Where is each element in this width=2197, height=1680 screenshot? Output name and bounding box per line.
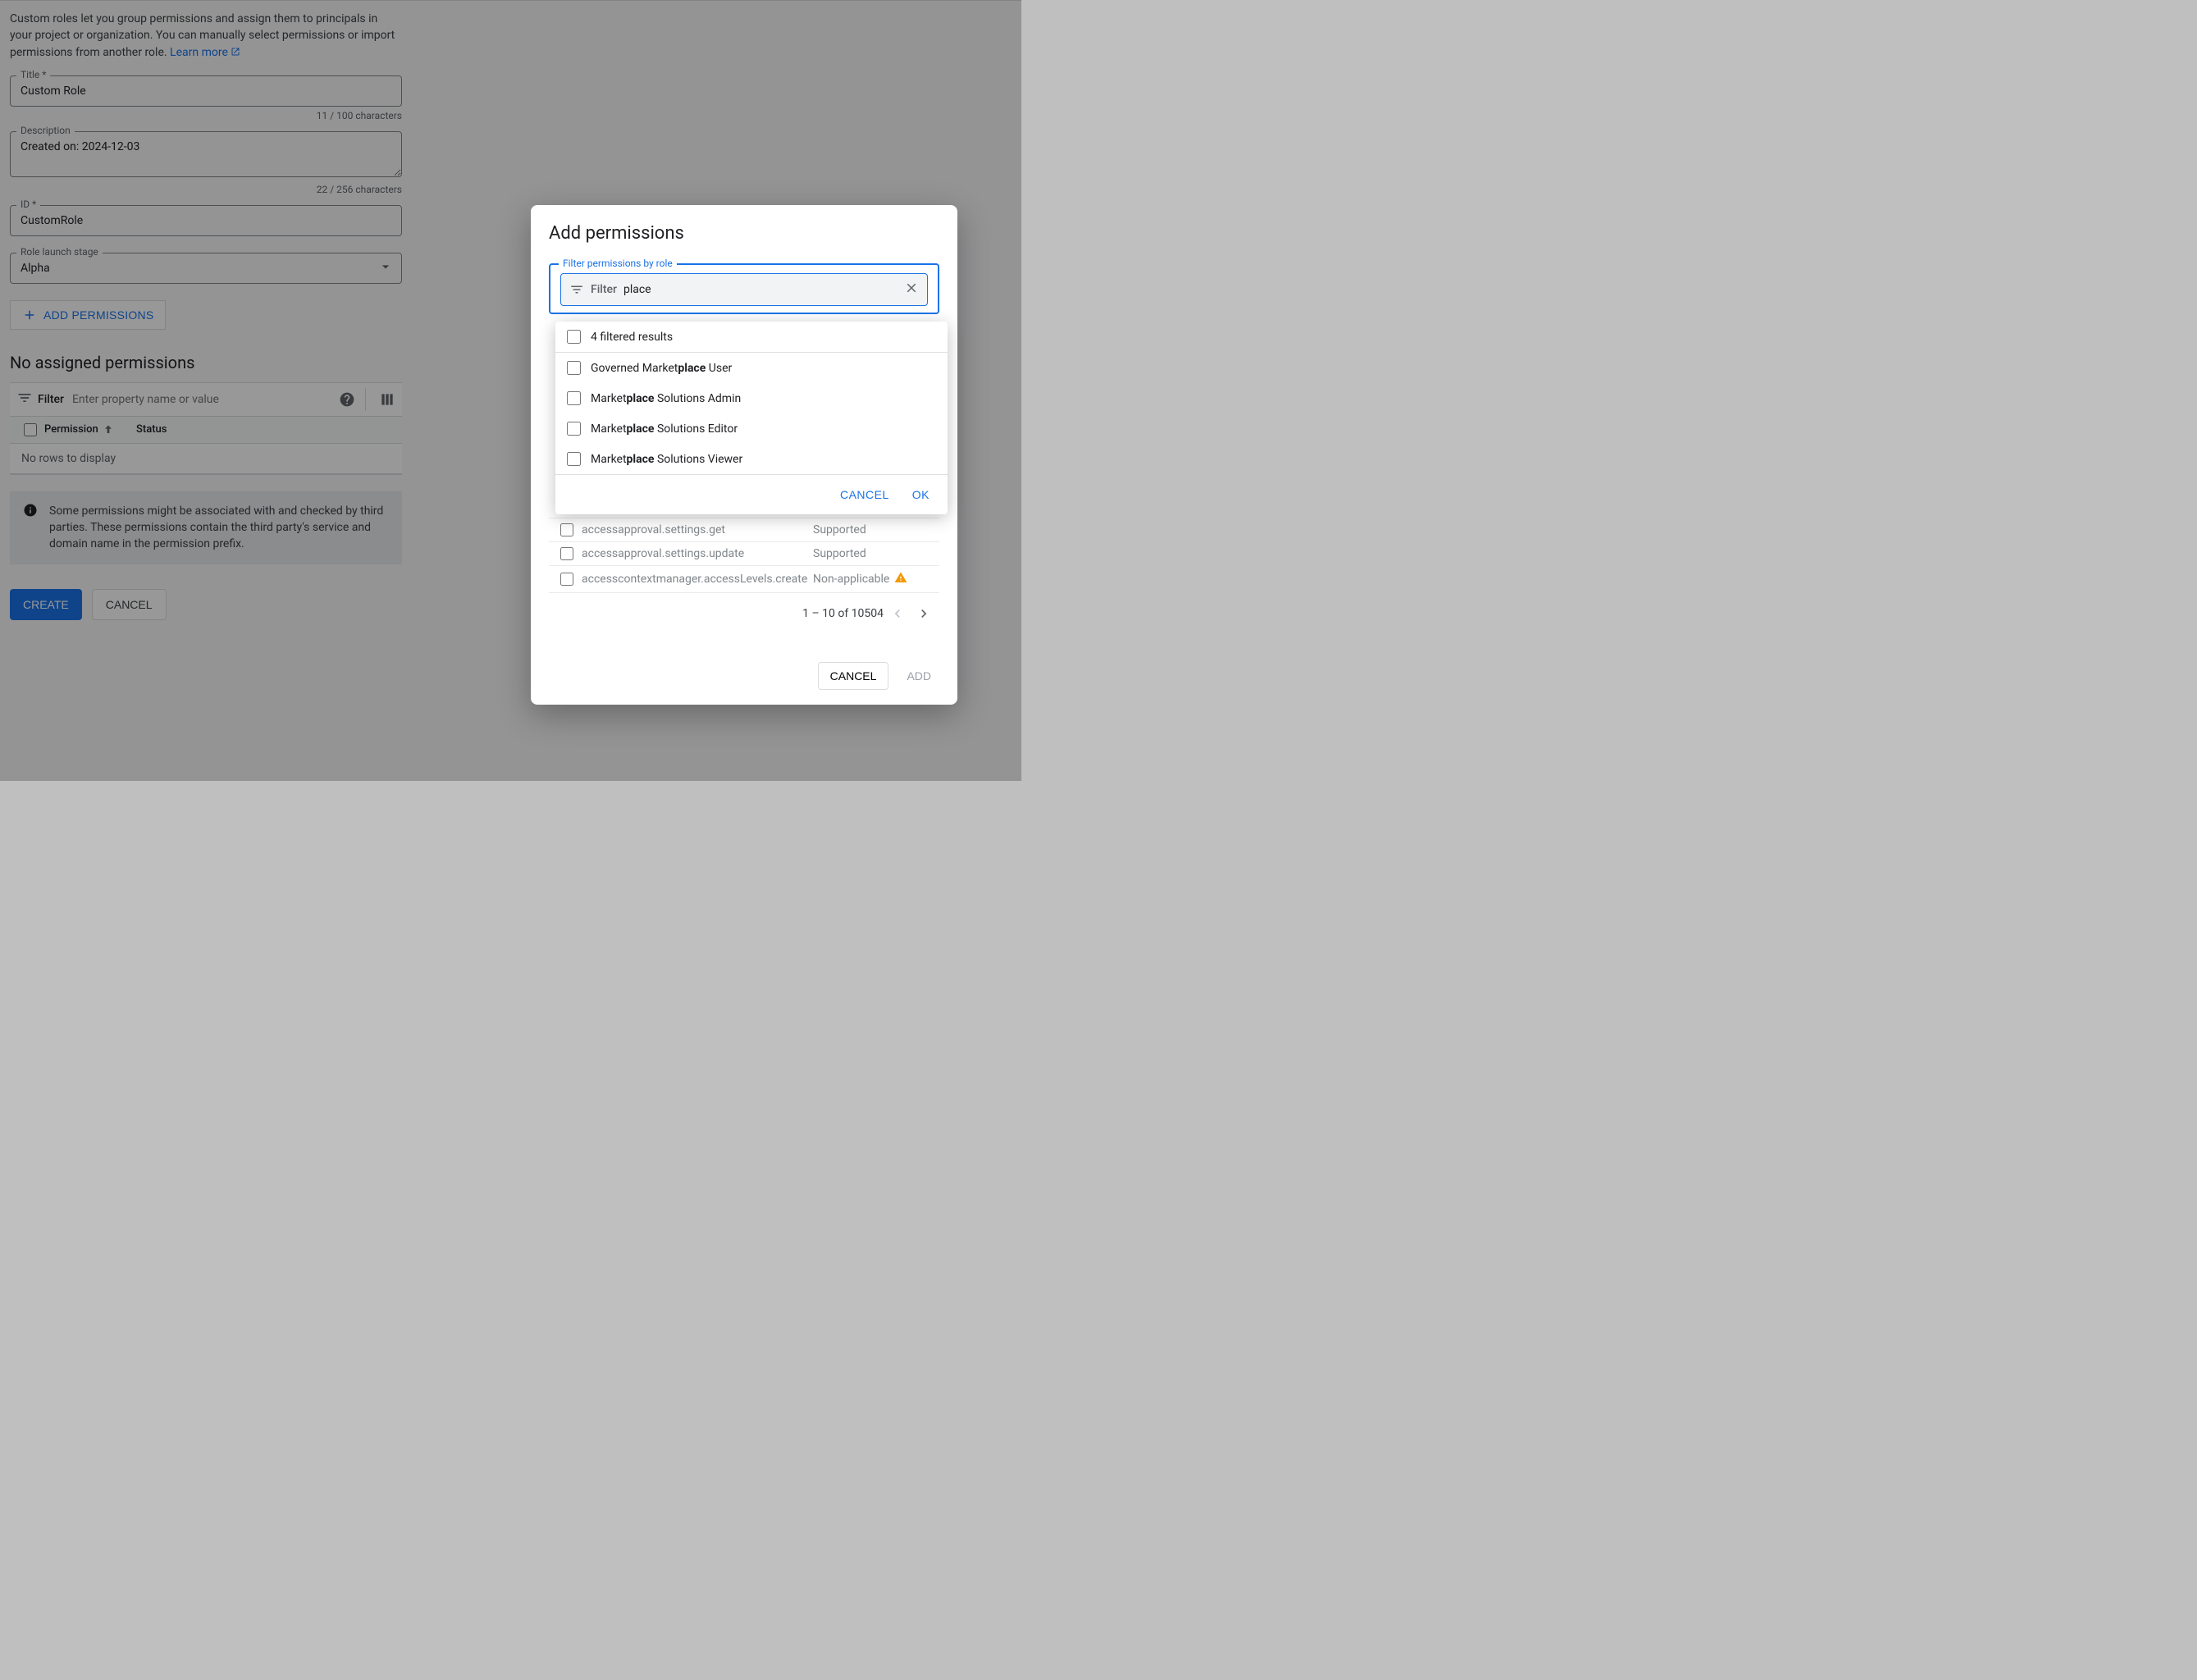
- option-label: Marketplace Solutions Editor: [591, 422, 738, 436]
- dropdown-option[interactable]: Marketplace Solutions Admin: [555, 383, 948, 413]
- pagination-range-label: 1 – 10 of 10504: [802, 607, 884, 620]
- permission-row: accesscontextmanager.accessLevels.create…: [549, 566, 939, 593]
- pagination-next-button[interactable]: [911, 601, 936, 626]
- permission-name: accesscontextmanager.accessLevels.create: [582, 573, 813, 586]
- role-filter-field: Filter permissions by role Filter place: [549, 263, 939, 314]
- dropdown-ok-button[interactable]: OK: [904, 483, 938, 506]
- dropdown-option[interactable]: Marketplace Solutions Editor: [555, 413, 948, 444]
- dropdown-results-header[interactable]: 4 filtered results: [555, 322, 948, 352]
- role-filter-dropdown: 4 filtered results Governed Marketplace …: [555, 322, 948, 514]
- option-checkbox[interactable]: [567, 422, 581, 436]
- dropdown-option[interactable]: Marketplace Solutions Viewer: [555, 444, 948, 474]
- permission-name: accessapproval.settings.update: [582, 547, 813, 560]
- select-all-results-checkbox[interactable]: [567, 330, 581, 344]
- permission-row-checkbox[interactable]: [560, 523, 573, 536]
- role-filter-prefix: Filter: [591, 283, 617, 296]
- permission-row: accessapproval.settings.getSupported: [549, 518, 939, 542]
- option-checkbox[interactable]: [567, 391, 581, 405]
- permission-row-checkbox[interactable]: [560, 547, 573, 560]
- permission-row: accessapproval.settings.updateSupported: [549, 542, 939, 566]
- results-count-label: 4 filtered results: [591, 331, 673, 344]
- dialog-cancel-button[interactable]: CANCEL: [818, 662, 889, 690]
- dropdown-option[interactable]: Governed Marketplace User: [555, 353, 948, 383]
- pagination-prev-button[interactable]: [885, 601, 910, 626]
- permission-status: Supported: [813, 547, 936, 560]
- permission-row-checkbox[interactable]: [560, 573, 573, 586]
- filter-icon: [569, 282, 584, 297]
- dialog-footer-actions: CANCEL ADD: [549, 662, 939, 690]
- dialog-pagination: 1 – 10 of 10504: [549, 593, 939, 629]
- option-label: Marketplace Solutions Viewer: [591, 453, 742, 466]
- warning-icon: [894, 571, 907, 587]
- role-filter-input-wrap[interactable]: Filter place: [560, 273, 928, 306]
- add-permissions-dialog: Add permissions Filter permissions by ro…: [531, 205, 957, 705]
- permission-name: accessapproval.settings.get: [582, 523, 813, 536]
- dialog-add-button[interactable]: ADD: [898, 662, 939, 690]
- option-label: Governed Marketplace User: [591, 362, 732, 375]
- option-checkbox[interactable]: [567, 361, 581, 375]
- dialog-title: Add permissions: [549, 223, 939, 244]
- option-checkbox[interactable]: [567, 452, 581, 466]
- permission-status: Non-applicable: [813, 571, 936, 587]
- permission-status: Supported: [813, 523, 936, 536]
- role-filter-value: place: [623, 283, 898, 296]
- dropdown-actions: CANCEL OK: [555, 474, 948, 514]
- dialog-permissions-list: accessapproval.settings.deleteSupporteda…: [549, 495, 939, 629]
- clear-filter-button[interactable]: [904, 281, 919, 299]
- role-filter-legend: Filter permissions by role: [559, 258, 677, 269]
- dropdown-cancel-button[interactable]: CANCEL: [832, 483, 898, 506]
- option-label: Marketplace Solutions Admin: [591, 392, 741, 405]
